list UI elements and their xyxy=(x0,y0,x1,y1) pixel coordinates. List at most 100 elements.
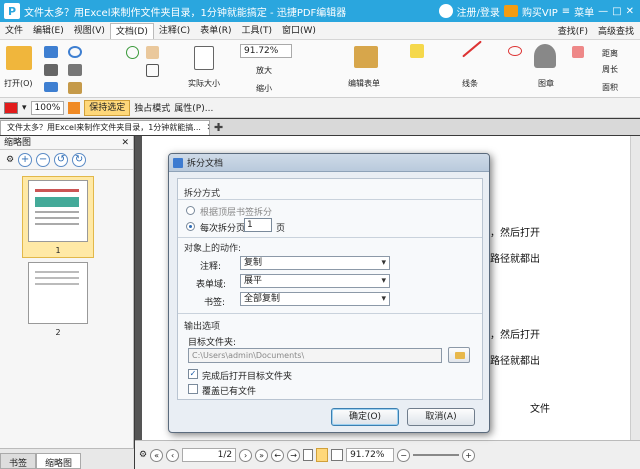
status-zoom-select[interactable]: 91.72% xyxy=(346,448,395,462)
split-method-group: 拆分方式 xyxy=(184,189,221,199)
paste-icon[interactable] xyxy=(68,82,82,94)
back-icon[interactable] xyxy=(126,46,139,59)
text-tool-icon[interactable] xyxy=(410,44,424,58)
zoom-out-status-icon[interactable]: − xyxy=(397,448,411,462)
browse-folder-button[interactable] xyxy=(448,347,470,363)
zoom-out-label[interactable]: 缩小 xyxy=(256,83,272,94)
panel-close-icon[interactable]: ✕ xyxy=(121,136,133,149)
keep-select-button[interactable]: 保持选定 xyxy=(84,99,131,116)
options-icon[interactable]: ⚙ xyxy=(6,155,14,165)
open-button-label[interactable]: 打开(O) xyxy=(4,78,33,89)
menu-form[interactable]: 表单(R) xyxy=(195,23,236,39)
settings-icon[interactable]: ⚙ xyxy=(139,450,147,460)
back-nav-icon[interactable]: ← xyxy=(271,448,285,462)
mail-icon[interactable] xyxy=(44,82,58,92)
page-input[interactable]: 1/2 xyxy=(182,448,237,462)
login-link[interactable]: 注册/登录 xyxy=(457,4,500,19)
lines-label[interactable]: 线条 xyxy=(462,78,478,89)
rotate-right-icon[interactable]: ↻ xyxy=(72,152,87,167)
cancel-button[interactable]: 取消(A) xyxy=(407,408,475,426)
comment-select[interactable]: 复制 xyxy=(240,256,390,270)
rotate-left-icon[interactable]: ↺ xyxy=(54,152,69,167)
undo-icon[interactable] xyxy=(68,46,82,58)
first-page-icon[interactable]: « xyxy=(150,448,164,462)
hand-icon[interactable] xyxy=(146,46,159,59)
thumbnail-page-2[interactable] xyxy=(28,262,88,324)
advanced-find-button[interactable]: 高级查找 xyxy=(598,24,634,37)
save-icon[interactable] xyxy=(44,46,58,58)
last-page-icon[interactable]: » xyxy=(255,448,269,462)
page-number-2: 2 xyxy=(55,328,61,337)
title-bar: P 文件太多？用Excel来制作文件夹目录，1分钟就能搞定 - 迅捷PDF编辑器… xyxy=(0,0,640,22)
folder-path-input[interactable]: C:\Users\admin\Documents\ xyxy=(188,348,442,363)
minimize-button[interactable]: — xyxy=(598,6,608,17)
zoom-in-icon[interactable]: + xyxy=(18,152,33,167)
vertical-scrollbar[interactable] xyxy=(630,136,640,440)
actual-size-label[interactable]: 实际大小 xyxy=(188,78,220,89)
menu-icon[interactable]: ≡ xyxy=(562,6,570,17)
edit-form-icon[interactable] xyxy=(354,46,378,68)
form-select[interactable]: 展平 xyxy=(240,274,390,288)
buy-vip-link[interactable]: 购买VIP xyxy=(522,4,558,19)
zoom-out-icon[interactable]: − xyxy=(36,152,51,167)
menu-file[interactable]: 文件 xyxy=(0,23,28,39)
radio-by-bookmark[interactable] xyxy=(186,206,195,215)
bookmark-select[interactable]: 全部复制 xyxy=(240,292,390,306)
menu-comment[interactable]: 注释(C) xyxy=(154,23,195,39)
continuous-page-icon[interactable] xyxy=(316,448,329,462)
page-size-icon[interactable] xyxy=(194,46,214,70)
distance-label[interactable]: 距离 xyxy=(602,48,618,59)
vip-icon xyxy=(503,5,518,17)
exclusive-mode-button[interactable]: 独占模式 xyxy=(134,101,170,114)
tab-thumbnails[interactable]: 缩略图 xyxy=(36,453,82,469)
close-button[interactable]: ✕ xyxy=(626,6,634,17)
edit-form-label[interactable]: 编辑表单 xyxy=(348,78,380,89)
chevron-down-icon[interactable]: ▾ xyxy=(22,103,27,113)
fill-color-icon[interactable] xyxy=(68,101,81,114)
overwrite-checkbox[interactable] xyxy=(188,384,198,394)
pages-unit: 页 xyxy=(276,224,286,234)
menu-edit[interactable]: 编辑(E) xyxy=(28,23,69,39)
open-after-checkbox[interactable]: ✓ xyxy=(188,369,198,379)
menu-window[interactable]: 窗口(W) xyxy=(277,23,321,39)
shape-tool-icon[interactable] xyxy=(508,46,522,56)
menu-tools[interactable]: 工具(T) xyxy=(236,23,277,39)
area-label[interactable]: 面积 xyxy=(602,82,618,93)
stamp-icon[interactable] xyxy=(534,44,556,68)
close-icon[interactable]: ✕ xyxy=(206,123,209,133)
print-icon[interactable] xyxy=(44,64,58,76)
ruler-icon[interactable] xyxy=(572,46,584,58)
find-button[interactable]: 查找(F) xyxy=(558,24,588,37)
line-tool-icon[interactable] xyxy=(462,40,482,58)
ok-button[interactable]: 确定(O) xyxy=(331,408,399,426)
menu-view[interactable]: 视图(V) xyxy=(69,23,110,39)
forward-nav-icon[interactable]: → xyxy=(287,448,301,462)
app-window: P 文件太多？用Excel来制作文件夹目录，1分钟就能搞定 - 迅捷PDF编辑器… xyxy=(0,0,640,469)
menu-link[interactable]: 菜单 xyxy=(574,4,594,19)
menu-document[interactable]: 文档(D) xyxy=(109,22,154,39)
add-tab-icon[interactable]: ✚ xyxy=(214,121,223,134)
stamp-label[interactable]: 图章 xyxy=(538,78,554,89)
tab-bookmarks[interactable]: 书签 xyxy=(0,453,37,469)
next-page-icon[interactable]: › xyxy=(239,448,253,462)
thumbnail-panel: 缩略图 ✕ ⚙ + − ↺ ↻ 1 2 xyxy=(0,136,134,448)
zoom-in-status-icon[interactable]: + xyxy=(462,448,476,462)
select-tool-icon[interactable] xyxy=(146,64,159,77)
document-tab[interactable]: 文件太多？用Excel来制作文件夹目录，1分钟就能搞... ✕ xyxy=(0,119,210,135)
maximize-button[interactable]: □ xyxy=(612,6,621,17)
two-page-icon[interactable] xyxy=(331,449,344,461)
opacity-select[interactable]: 100% xyxy=(30,100,65,115)
perimeter-label[interactable]: 周长 xyxy=(602,64,618,75)
zoom-slider[interactable] xyxy=(413,454,460,456)
cut-icon[interactable] xyxy=(68,64,82,76)
zoom-select[interactable]: 91.72% xyxy=(240,44,292,58)
zoom-in-label[interactable]: 放大 xyxy=(256,65,272,76)
radio-by-pages[interactable] xyxy=(186,222,195,231)
thumbnail-page-1[interactable] xyxy=(28,180,88,242)
open-folder-icon[interactable] xyxy=(6,46,32,70)
properties-button[interactable]: 属性(P)... xyxy=(174,101,213,114)
prev-page-icon[interactable]: ‹ xyxy=(166,448,180,462)
pages-stepper[interactable]: 1 xyxy=(244,218,272,232)
single-page-icon[interactable] xyxy=(303,449,314,461)
color-swatch[interactable] xyxy=(4,101,18,114)
